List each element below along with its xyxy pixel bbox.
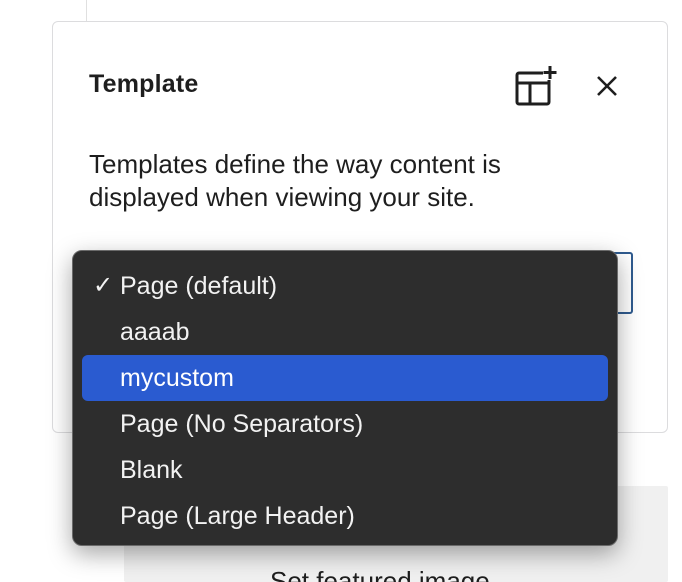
template-description: Templates define the way content is disp… xyxy=(89,149,501,212)
option-aaaab[interactable]: aaaab xyxy=(82,309,608,355)
add-template-icon xyxy=(515,66,557,106)
set-featured-image-label: Set featured image xyxy=(270,566,490,582)
option-mycustom[interactable]: mycustom xyxy=(82,355,608,401)
editor-sidebar: Set featured image Template Templates de… xyxy=(0,0,682,582)
option-page-no-separators[interactable]: Page (No Separators) xyxy=(82,401,608,447)
close-icon xyxy=(597,76,617,96)
option-label: mycustom xyxy=(120,364,234,392)
option-label: Page (default) xyxy=(120,272,278,300)
option-label: Blank xyxy=(120,456,183,484)
option-label: Page (Large Header) xyxy=(120,502,355,530)
template-dropdown-menu[interactable]: ✓ Page (default) aaaab mycustom Page (No… xyxy=(72,250,618,546)
panel-title: Template xyxy=(89,70,199,98)
checkmark-icon: ✓ xyxy=(92,272,114,299)
option-blank[interactable]: Blank xyxy=(82,447,608,493)
option-page-default[interactable]: ✓ Page (default) xyxy=(82,263,608,309)
option-page-large-header[interactable]: Page (Large Header) xyxy=(82,493,608,539)
add-template-button[interactable] xyxy=(513,62,561,110)
option-label: aaaab xyxy=(120,318,190,346)
close-button[interactable] xyxy=(583,62,631,110)
option-label: Page (No Separators) xyxy=(120,410,364,438)
